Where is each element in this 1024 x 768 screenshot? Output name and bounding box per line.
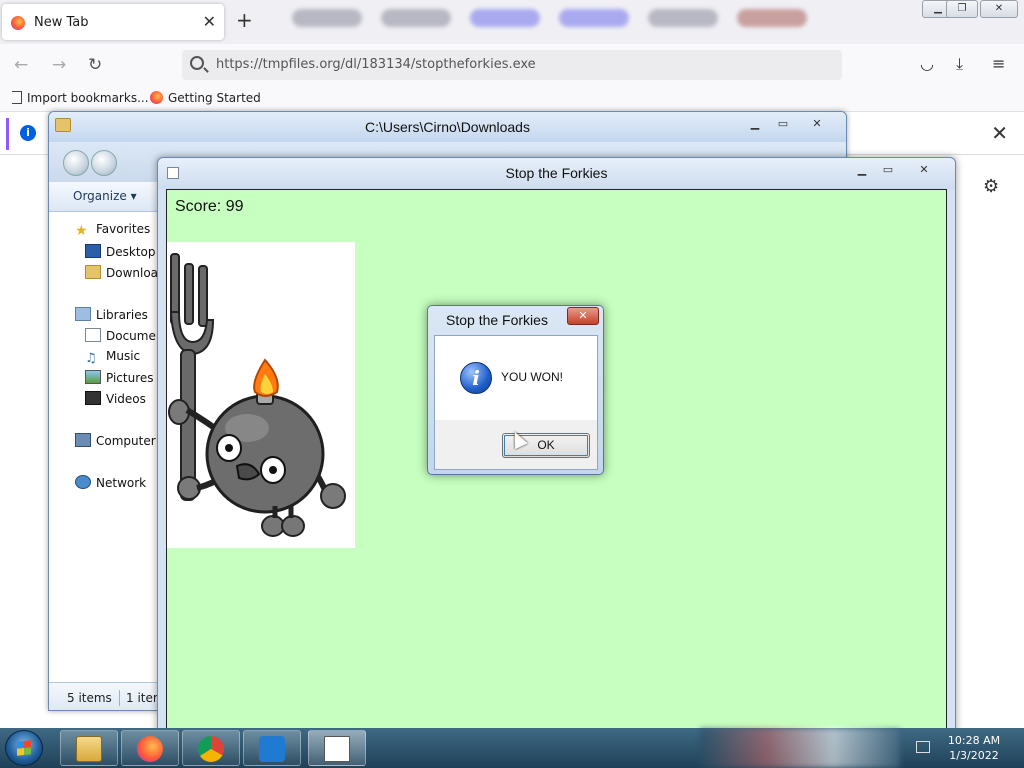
forky-bomb-icon [168, 253, 346, 537]
info-icon: i [460, 362, 492, 394]
accent-stripe [6, 118, 9, 150]
nav-label: Favorites [96, 222, 151, 236]
close-icon[interactable]: ✕ [912, 161, 936, 179]
settings-gear-icon[interactable]: ⚙ [983, 176, 999, 197]
reload-icon[interactable]: ↻ [88, 55, 102, 75]
taskbar: 10:28 AM 1/3/2022 [0, 728, 1024, 768]
maximize-icon[interactable]: ▭ [876, 161, 900, 179]
nav-libraries[interactable]: Libraries [75, 307, 148, 322]
forky-sprite[interactable] [167, 242, 355, 548]
nav-favorites[interactable]: ★ Favorites [75, 222, 150, 239]
tray-blur [700, 728, 900, 768]
game-title: Stop the Forkies [505, 165, 608, 181]
nav-label: Desktop [106, 245, 156, 259]
network-tray-icon[interactable] [916, 741, 930, 753]
network-icon [75, 475, 91, 489]
game-window-icon [324, 736, 350, 762]
item-count: 5 items [67, 691, 112, 705]
minimize-icon[interactable]: ▁ [743, 115, 767, 133]
bookmarks-toolbar: Import bookmarks... Getting Started [0, 86, 1024, 112]
maximize-icon[interactable]: ▭ [771, 115, 795, 133]
url-bar[interactable]: https://tmpfiles.org/dl/183134/stopthefo… [182, 50, 842, 80]
dialog-body: i YOU WON! OK [434, 335, 598, 470]
menu-icon[interactable]: ≡ [992, 54, 1005, 73]
taskbar-explorer[interactable] [60, 730, 118, 766]
browser-tab-strip: New Tab ✕ + ▁ ❐ ✕ [0, 0, 1024, 44]
organize-button[interactable]: Organize ▾ [73, 189, 137, 203]
info-icon: i [20, 125, 36, 141]
nav-label: Music [106, 349, 141, 363]
forward-orb-icon[interactable] [91, 150, 117, 176]
computer-icon [75, 433, 91, 447]
close-tab-icon[interactable]: ✕ [203, 12, 216, 31]
videos-icon [85, 391, 101, 405]
chrome-icon [198, 736, 224, 762]
nav-desktop[interactable]: Desktop [85, 244, 156, 259]
nav-label: Libraries [96, 308, 148, 322]
explorer-titlebar[interactable]: C:\Users\Cirno\Downloads ▁ ▭ ✕ [49, 112, 846, 142]
nav-videos[interactable]: Videos [85, 391, 146, 406]
nav-label: Computer [96, 434, 156, 448]
bookmark-getting-started[interactable]: Getting Started [150, 91, 261, 105]
navigation-toolbar: ← → ↻ https://tmpfiles.org/dl/183134/sto… [0, 44, 1024, 86]
clock-time: 10:28 AM [947, 734, 1001, 747]
nav-network[interactable]: Network [75, 475, 146, 490]
dialog-title: Stop the Forkies [446, 312, 548, 328]
downloads-icon[interactable]: ⤓ [956, 54, 963, 74]
firefox-icon [137, 736, 163, 762]
back-icon[interactable]: ← [14, 55, 28, 75]
bookmark-label: Import bookmarks... [27, 91, 149, 105]
nav-label: Network [96, 476, 147, 490]
firefox-icon [150, 91, 163, 104]
pocket-icon[interactable]: ◡ [920, 54, 934, 73]
start-button[interactable] [5, 730, 43, 766]
new-tab-icon[interactable]: + [236, 8, 253, 32]
game-titlebar[interactable]: Stop the Forkies ▁ ▭ ✕ [158, 158, 955, 189]
taskbar-firefox[interactable] [121, 730, 179, 766]
firefox-icon [11, 16, 25, 30]
explorer-nav-pane: ★ Favorites Desktop Downloads Libraries D… [49, 212, 174, 682]
dialog-message: YOU WON! [501, 370, 563, 384]
star-icon: ★ [75, 223, 88, 239]
status-divider [119, 690, 120, 706]
search-icon [190, 56, 204, 70]
close-window-icon[interactable]: ✕ [980, 0, 1018, 18]
taskbar-chrome[interactable] [182, 730, 240, 766]
score-label: Score: 99 [175, 198, 244, 215]
forward-icon[interactable]: → [52, 55, 66, 75]
clock[interactable]: 10:28 AM 1/3/2022 [944, 733, 1004, 763]
restore-icon[interactable]: ❐ [946, 0, 978, 18]
taskbar-game-window[interactable] [308, 730, 366, 766]
close-notification-icon[interactable]: ✕ [991, 121, 1008, 145]
tab-new-tab[interactable]: New Tab ✕ [2, 4, 224, 40]
libraries-icon [75, 307, 91, 321]
explorer-icon [76, 736, 102, 762]
nav-pictures[interactable]: Pictures [85, 370, 154, 385]
nav-label: Videos [106, 392, 146, 406]
tab-title: New Tab [34, 15, 89, 30]
nav-label: Pictures [106, 371, 154, 385]
clock-date: 1/3/2022 [949, 749, 999, 762]
close-icon[interactable]: ✕ [805, 115, 829, 133]
url-text: https://tmpfiles.org/dl/183134/stopthefo… [216, 57, 536, 72]
explorer-title: C:\Users\Cirno\Downloads [365, 119, 530, 135]
taskbar-vscode[interactable] [243, 730, 301, 766]
bookmark-label: Getting Started [168, 91, 261, 105]
pictures-icon [85, 370, 101, 384]
back-orb-icon[interactable] [63, 150, 89, 176]
nav-computer[interactable]: Computer [75, 433, 156, 448]
music-icon: ♫ [85, 351, 97, 366]
import-icon [12, 91, 22, 104]
vscode-icon [259, 736, 285, 762]
desktop-icon [85, 244, 101, 258]
bookmark-import[interactable]: Import bookmarks... [12, 91, 149, 105]
minimize-icon[interactable]: ▁ [850, 161, 874, 179]
downloads-folder-icon [85, 265, 101, 279]
message-dialog: Stop the Forkies ✕ i YOU WON! OK [427, 305, 604, 475]
nav-music[interactable]: ♫ Music [85, 349, 140, 366]
blurred-tabs [292, 6, 832, 30]
dialog-close-icon[interactable]: ✕ [567, 307, 599, 325]
documents-icon [85, 328, 101, 342]
